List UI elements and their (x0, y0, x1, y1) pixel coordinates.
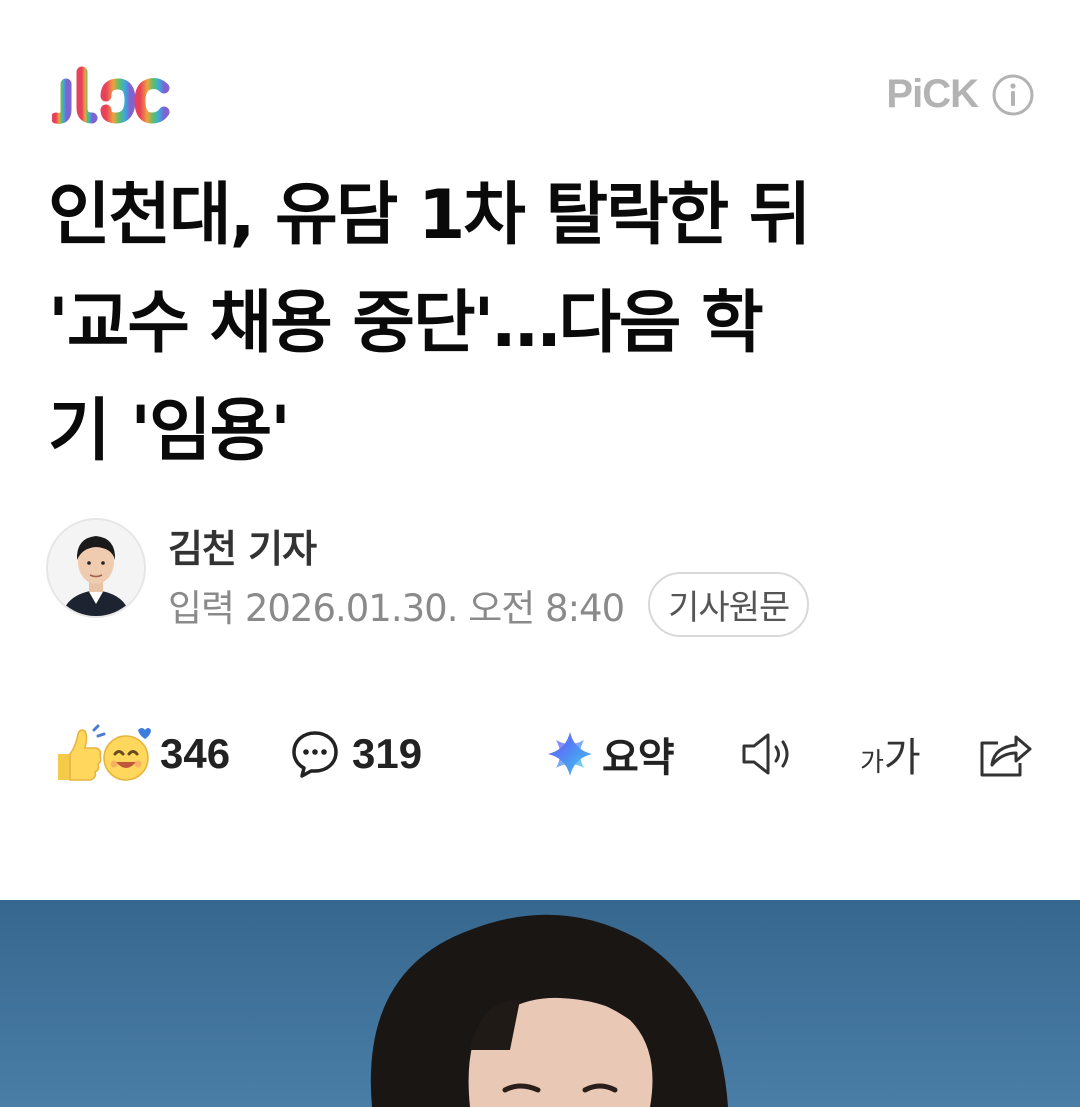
comment-button[interactable]: 319 (290, 714, 422, 794)
speaker-icon (742, 733, 789, 775)
headline-line: 기 '임용' (48, 392, 291, 471)
article-photo[interactable] (0, 900, 1080, 1107)
info-icon[interactable] (992, 74, 1034, 116)
reaction-count: 346 (160, 730, 231, 777)
comment-count: 319 (352, 730, 423, 777)
publish-date: 입력 2026.01.30. 오전 8:40 (168, 586, 625, 630)
font-size-icon: 가가 (860, 725, 921, 783)
summary-label: 요약 (602, 735, 675, 781)
font-size-button[interactable]: 가가 (860, 714, 921, 794)
reporter-photo (48, 520, 144, 616)
portrait-image (0, 900, 1080, 1107)
share-icon (980, 735, 1032, 777)
font-size-large: 가 (883, 735, 921, 781)
reaction-icon (58, 724, 151, 781)
action-bar: 346 319 요약 가가 (0, 714, 1080, 794)
reporter-avatar[interactable] (46, 518, 146, 618)
comment-icon (292, 731, 338, 778)
headline-line: 인천대, 유담 1차 탈락한 뒤 (48, 176, 811, 255)
dateline: 입력 2026.01.30. 오전 8:40 기사원문 (168, 572, 810, 637)
font-size-small: 가 (860, 748, 884, 778)
reporter-name[interactable]: 김천 기자 (168, 518, 317, 573)
pick-badge[interactable]: PiCK (886, 72, 1034, 117)
original-article-button[interactable]: 기사원문 (648, 572, 810, 637)
tts-button[interactable] (740, 714, 798, 794)
byline: 김천 기자 입력 2026.01.30. 오전 8:40 기사원문 (46, 516, 1046, 637)
jtbc-logo[interactable] (52, 66, 172, 128)
share-button[interactable] (976, 714, 1032, 794)
reaction-button[interactable]: 346 (52, 714, 230, 794)
summary-button[interactable]: 요약 (546, 714, 675, 794)
pick-label: PiCK (886, 72, 979, 116)
article-headline: 인천대, 유담 1차 탈락한 뒤 '교수 채용 중단'…다음 학 기 '임용' (48, 162, 1048, 486)
ai-summary-icon (548, 732, 592, 776)
headline-line: '교수 채용 중단'…다음 학 (48, 284, 764, 363)
top-bar: PiCK (0, 0, 1080, 150)
